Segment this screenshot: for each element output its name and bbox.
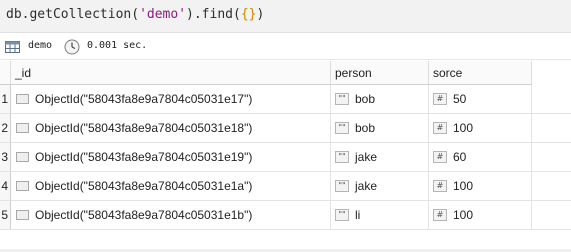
- sorce-value: 100: [453, 179, 474, 193]
- string-type-icon: "": [335, 209, 349, 221]
- object-type-icon: [16, 181, 29, 191]
- column-header-sorce[interactable]: sorce: [429, 61, 532, 85]
- id-value: ObjectId("58043fa8e9a7804c05031e1a"): [35, 179, 253, 193]
- id-cell[interactable]: ObjectId("58043fa8e9a7804c05031e18"): [11, 114, 331, 142]
- id-value: ObjectId("58043fa8e9a7804c05031e1b"): [35, 208, 253, 222]
- person-cell[interactable]: "" jake: [331, 172, 429, 200]
- query-elapsed-time: 0.001 sec.: [87, 40, 148, 51]
- sorce-cell[interactable]: # 50: [429, 85, 532, 113]
- query-filter: {}: [240, 7, 257, 22]
- number-type-icon: #: [433, 209, 447, 221]
- object-type-icon: [16, 210, 29, 220]
- string-type-icon: "": [335, 93, 349, 105]
- row-number: 1: [0, 85, 11, 113]
- object-type-icon: [16, 123, 29, 133]
- string-type-icon: "": [335, 151, 349, 163]
- object-type-icon: [16, 152, 29, 162]
- person-cell[interactable]: "" li: [331, 201, 429, 229]
- table-row[interactable]: 3 ObjectId("58043fa8e9a7804c05031e19") "…: [0, 143, 571, 172]
- person-cell[interactable]: "" bob: [331, 114, 429, 142]
- sorce-value: 100: [453, 208, 474, 222]
- number-type-icon: #: [433, 122, 447, 134]
- person-value: li: [355, 208, 361, 222]
- query-method: ).find(: [186, 7, 241, 22]
- person-cell[interactable]: "" bob: [331, 85, 429, 113]
- query-collection: 'demo': [139, 7, 187, 22]
- number-type-icon: #: [433, 93, 447, 105]
- id-cell[interactable]: ObjectId("58043fa8e9a7804c05031e1a"): [11, 172, 331, 200]
- id-value: ObjectId("58043fa8e9a7804c05031e19"): [35, 150, 253, 164]
- person-cell[interactable]: "" jake: [331, 143, 429, 171]
- table-row[interactable]: 2 ObjectId("58043fa8e9a7804c05031e18") "…: [0, 114, 571, 143]
- query-suffix: ): [256, 7, 265, 22]
- number-type-icon: #: [433, 151, 447, 163]
- query-editor[interactable]: db.getCollection('demo').find({}): [0, 0, 571, 33]
- table-row[interactable]: 5 ObjectId("58043fa8e9a7804c05031e1b") "…: [0, 201, 571, 230]
- id-cell[interactable]: ObjectId("58043fa8e9a7804c05031e1b"): [11, 201, 331, 229]
- person-value: jake: [355, 179, 378, 193]
- sorce-value: 100: [453, 121, 474, 135]
- person-value: bob: [355, 121, 376, 135]
- person-value: bob: [355, 92, 376, 106]
- clock-icon: [64, 39, 80, 55]
- id-cell[interactable]: ObjectId("58043fa8e9a7804c05031e19"): [11, 143, 331, 171]
- row-number: 5: [0, 201, 11, 229]
- sorce-cell[interactable]: # 100: [429, 172, 532, 200]
- string-type-icon: "": [335, 180, 349, 192]
- object-type-icon: [16, 94, 29, 104]
- query-prefix: db.getCollection(: [6, 7, 140, 22]
- string-type-icon: "": [335, 122, 349, 134]
- sorce-cell[interactable]: # 100: [429, 114, 532, 142]
- sorce-value: 50: [453, 92, 467, 106]
- row-number: 3: [0, 143, 11, 171]
- column-header-person[interactable]: person: [331, 61, 429, 85]
- column-header-id[interactable]: _id: [11, 61, 331, 85]
- sorce-cell[interactable]: # 60: [429, 143, 532, 171]
- row-number: 2: [0, 114, 11, 142]
- id-value: ObjectId("58043fa8e9a7804c05031e18"): [35, 121, 253, 135]
- query-text[interactable]: db.getCollection('demo').find({}): [6, 7, 264, 22]
- table-row[interactable]: 1 ObjectId("58043fa8e9a7804c05031e17") "…: [0, 85, 571, 114]
- sorce-cell[interactable]: # 100: [429, 201, 532, 229]
- sorce-value: 60: [453, 150, 467, 164]
- row-number: 4: [0, 172, 11, 200]
- person-value: jake: [355, 150, 378, 164]
- number-type-icon: #: [433, 180, 447, 192]
- result-info-bar: demo 0.001 sec.: [0, 34, 571, 60]
- table-view-icon[interactable]: [5, 41, 20, 53]
- results-table: _id person sorce 1 ObjectId("58043fa8e9a…: [0, 61, 571, 252]
- row-number-header: [0, 61, 11, 85]
- table-row[interactable]: 4 ObjectId("58043fa8e9a7804c05031e1a") "…: [0, 172, 571, 201]
- id-value: ObjectId("58043fa8e9a7804c05031e17"): [35, 92, 253, 106]
- collection-name: demo: [28, 40, 53, 51]
- id-cell[interactable]: ObjectId("58043fa8e9a7804c05031e17"): [11, 85, 331, 113]
